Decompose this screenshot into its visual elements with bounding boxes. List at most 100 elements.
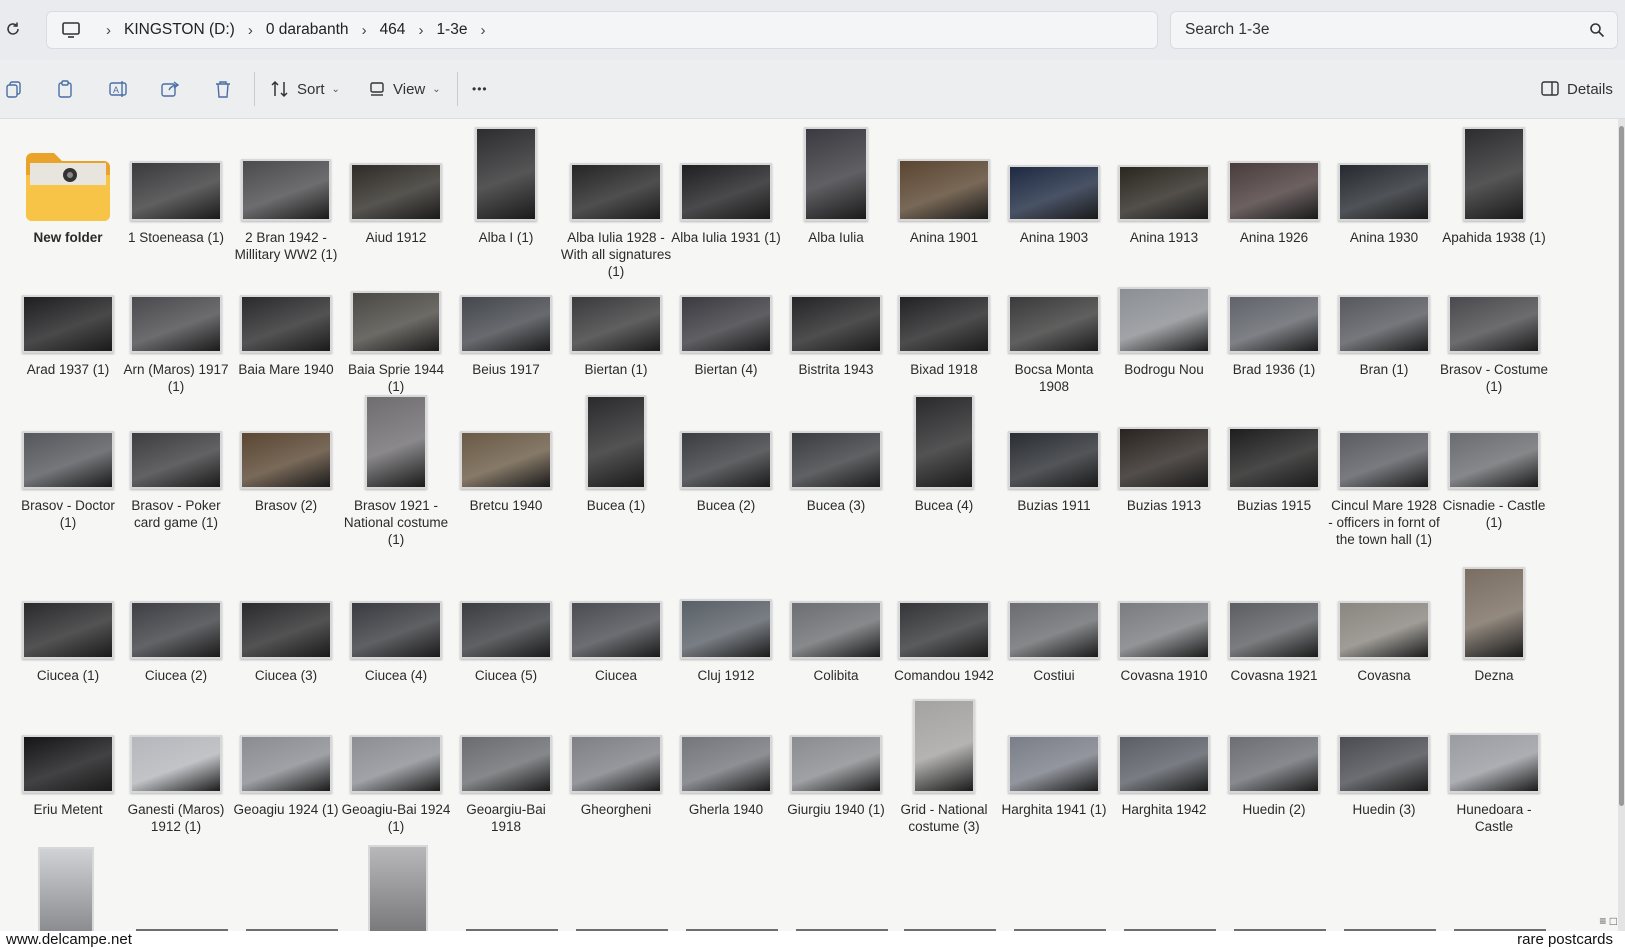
image-file-item[interactable]: Baia Sprie 1944 (1) xyxy=(338,251,454,395)
chevron-right-icon[interactable]: › xyxy=(362,22,367,39)
search-input[interactable]: Search 1-3e xyxy=(1170,11,1618,49)
image-file-item[interactable]: Bucea (2) xyxy=(668,387,784,514)
image-file-item[interactable]: Baia Mare 1940 xyxy=(228,251,344,378)
partial-thumbnail[interactable] xyxy=(38,847,94,931)
image-file-item[interactable]: Bran (1) xyxy=(1326,251,1442,378)
image-file-item[interactable]: Anina 1930 xyxy=(1326,119,1442,246)
image-file-item[interactable]: Covasna 1910 xyxy=(1106,557,1222,684)
image-file-item[interactable]: Costiui xyxy=(996,557,1112,684)
view-button[interactable]: View ⌄ xyxy=(368,76,441,102)
image-file-item[interactable]: Bucea (3) xyxy=(778,387,894,514)
image-file-item[interactable]: Ciucea (4) xyxy=(338,557,454,684)
paste-icon[interactable] xyxy=(56,76,76,102)
image-file-item[interactable]: Brasov - Costume (1) xyxy=(1436,251,1552,395)
image-file-item[interactable]: Ciucea xyxy=(558,557,674,684)
breadcrumb-folder-1[interactable]: 0 darabanth xyxy=(266,21,349,39)
image-file-item[interactable]: Geoagiu-Bai 1924 (1) xyxy=(338,691,454,835)
image-file-item[interactable]: Ciucea (2) xyxy=(118,557,234,684)
image-file-item[interactable]: Covasna xyxy=(1326,557,1442,684)
image-file-item[interactable]: Bistrita 1943 xyxy=(778,251,894,378)
image-file-item[interactable]: Arad 1937 (1) xyxy=(10,251,126,378)
breadcrumb-drive[interactable]: KINGSTON (D:) xyxy=(124,21,235,39)
layout-toggle-icons[interactable]: ≡ □ xyxy=(1599,914,1617,928)
image-file-item[interactable]: Bodrogu Nou xyxy=(1106,251,1222,378)
share-icon[interactable] xyxy=(160,76,180,102)
image-file-item[interactable]: Bucea (1) xyxy=(558,387,674,514)
item-label: Hunedoara - Castle xyxy=(1456,802,1532,834)
image-file-item[interactable]: Alba I (1) xyxy=(448,119,564,246)
image-file-item[interactable]: Brad 1936 (1) xyxy=(1216,251,1332,378)
image-file-item[interactable]: Biertan (1) xyxy=(558,251,674,378)
image-file-item[interactable]: Covasna 1921 xyxy=(1216,557,1332,684)
image-file-item[interactable]: Aiud 1912 xyxy=(338,119,454,246)
image-file-item[interactable]: Biertan (4) xyxy=(668,251,784,378)
refresh-icon[interactable] xyxy=(2,18,24,40)
delete-icon[interactable] xyxy=(214,76,232,102)
image-file-item[interactable]: Giurgiu 1940 (1) xyxy=(778,691,894,818)
image-file-item[interactable]: Alba Iulia xyxy=(778,119,894,246)
image-file-item[interactable]: Ciucea (1) xyxy=(10,557,126,684)
breadcrumb-current[interactable]: 1-3e xyxy=(436,21,467,39)
image-file-item[interactable]: Anina 1903 xyxy=(996,119,1112,246)
image-file-item[interactable]: Anina 1901 xyxy=(886,119,1002,246)
partial-thumbnail[interactable] xyxy=(368,845,428,931)
sort-button[interactable]: Sort ⌄ xyxy=(270,76,340,102)
scrollbar-thumb[interactable] xyxy=(1619,126,1624,806)
image-file-item[interactable]: Geoargiu-Bai 1918 xyxy=(448,691,564,835)
image-file-item[interactable]: Arn (Maros) 1917 (1) xyxy=(118,251,234,395)
image-file-item[interactable]: Bucea (4) xyxy=(886,387,1002,514)
image-file-item[interactable]: Brasov 1921 - National costume (1) xyxy=(338,387,454,548)
image-file-item[interactable]: Ciucea (3) xyxy=(228,557,344,684)
image-file-item[interactable]: Buzias 1911 xyxy=(996,387,1112,514)
image-file-item[interactable]: Cluj 1912 xyxy=(668,557,784,684)
chevron-right-icon[interactable]: › xyxy=(248,22,253,39)
image-file-item[interactable]: Huedin (3) xyxy=(1326,691,1442,818)
image-file-item[interactable]: Beius 1917 xyxy=(448,251,564,378)
image-file-item[interactable]: Geoagiu 1924 (1) xyxy=(228,691,344,818)
image-file-item[interactable]: Ciucea (5) xyxy=(448,557,564,684)
rename-icon[interactable]: A xyxy=(108,76,130,102)
image-file-item[interactable]: Gherla 1940 xyxy=(668,691,784,818)
image-file-item[interactable]: Ganesti (Maros) 1912 (1) xyxy=(118,691,234,835)
image-file-item[interactable]: Eriu Metent xyxy=(10,691,126,818)
image-file-item[interactable]: Huedin (2) xyxy=(1216,691,1332,818)
image-file-item[interactable]: Bixad 1918 xyxy=(886,251,1002,378)
image-file-item[interactable]: Grid - National costume (3) xyxy=(886,691,1002,835)
breadcrumb-folder-2[interactable]: 464 xyxy=(380,21,406,39)
image-file-item[interactable]: Bretcu 1940 xyxy=(448,387,564,514)
image-file-item[interactable]: Anina 1926 xyxy=(1216,119,1332,246)
image-file-item[interactable]: Buzias 1915 xyxy=(1216,387,1332,514)
folder-item[interactable]: New folder xyxy=(10,119,126,246)
search-placeholder: Search 1-3e xyxy=(1185,21,1270,38)
image-file-item[interactable]: Gheorgheni xyxy=(558,691,674,818)
image-file-item[interactable]: Brasov - Poker card game (1) xyxy=(118,387,234,531)
image-file-item[interactable]: Brasov (2) xyxy=(228,387,344,514)
details-button[interactable]: Details xyxy=(1540,76,1613,102)
chevron-right-icon[interactable]: › xyxy=(106,22,111,39)
image-file-item[interactable]: Dezna xyxy=(1436,557,1552,684)
image-file-item[interactable]: 1 Stoeneasa (1) xyxy=(118,119,234,246)
image-file-item[interactable]: Colibita xyxy=(778,557,894,684)
search-icon[interactable] xyxy=(1589,22,1605,43)
image-file-item[interactable]: Cisnadie - Castle (1) xyxy=(1436,387,1552,531)
image-file-item[interactable]: Alba Iulia 1931 (1) xyxy=(668,119,784,246)
image-file-item[interactable]: Bocsa Monta 1908 xyxy=(996,251,1112,395)
image-file-item[interactable]: Harghita 1941 (1) xyxy=(996,691,1112,818)
image-file-item[interactable]: Apahida 1938 (1) xyxy=(1436,119,1552,246)
image-file-item[interactable]: Anina 1913 xyxy=(1106,119,1222,246)
image-file-item[interactable]: Comandou 1942 xyxy=(886,557,1002,684)
more-options-button[interactable]: ••• xyxy=(472,76,488,102)
image-file-item[interactable]: 2 Bran 1942 - Millitary WW2 (1) xyxy=(228,119,344,263)
image-file-item[interactable]: Hunedoara - Castle xyxy=(1436,691,1552,835)
chevron-right-icon[interactable]: › xyxy=(418,22,423,39)
address-box[interactable]: › KINGSTON (D:) › 0 darabanth › 464 › 1-… xyxy=(46,11,1158,49)
this-pc-icon[interactable] xyxy=(59,18,83,42)
image-file-item[interactable]: Brasov - Doctor (1) xyxy=(10,387,126,531)
image-file-item[interactable]: Buzias 1913 xyxy=(1106,387,1222,514)
thumbnail-cell xyxy=(338,691,454,803)
copy-icon[interactable] xyxy=(4,76,24,102)
image-file-item[interactable]: Cincul Mare 1928 - officers in fornt of … xyxy=(1326,387,1442,548)
item-label: Bran (1) xyxy=(1359,362,1409,377)
image-file-item[interactable]: Harghita 1942 xyxy=(1106,691,1222,818)
chevron-right-icon[interactable]: › xyxy=(480,22,485,39)
